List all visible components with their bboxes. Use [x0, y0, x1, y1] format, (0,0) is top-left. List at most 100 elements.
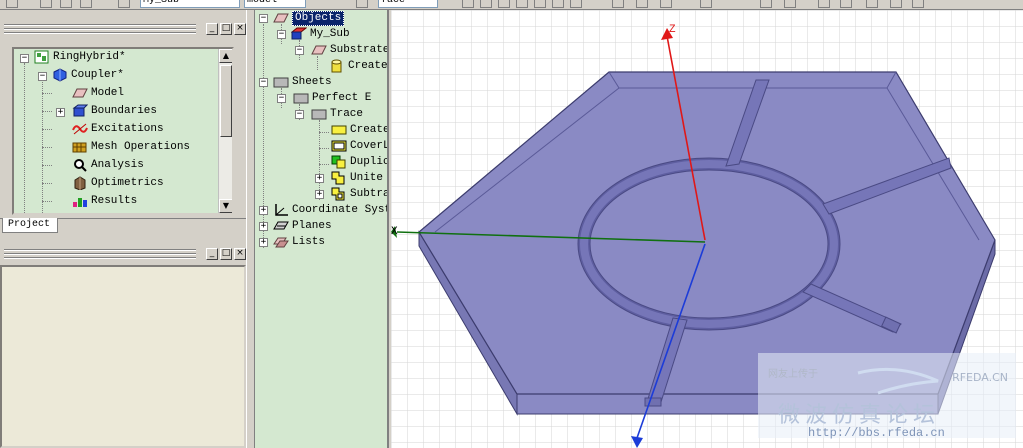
- watermark-chinese: 微波仿真论坛: [778, 403, 941, 428]
- toolbar-button[interactable]: [80, 0, 92, 8]
- toolbar-button[interactable]: [498, 0, 510, 8]
- close-button[interactable]: ×: [234, 248, 246, 260]
- collapse-toggle[interactable]: −: [295, 110, 304, 119]
- restore-button[interactable]: □: [220, 23, 232, 35]
- optimetrics-icon: [72, 176, 88, 191]
- minimize-button[interactable]: _: [206, 248, 218, 260]
- face-select[interactable]: face: [378, 0, 438, 8]
- pane-splitter[interactable]: [246, 10, 252, 448]
- expand-toggle[interactable]: +: [315, 174, 324, 183]
- tree-item-subtract[interactable]: Subtra: [331, 186, 387, 202]
- collapse-toggle[interactable]: −: [259, 78, 268, 87]
- expand-toggle[interactable]: +: [315, 190, 324, 199]
- toolbar-button[interactable]: [6, 0, 18, 8]
- minimize-button[interactable]: _: [206, 23, 218, 35]
- tree-item-substrate[interactable]: Substrate: [311, 42, 387, 58]
- toolbar-button[interactable]: [866, 0, 878, 8]
- tree-item-sheets[interactable]: Sheets: [273, 74, 332, 90]
- tree-item-perfect-e[interactable]: Perfect E: [293, 90, 371, 106]
- toolbar-button[interactable]: [534, 0, 546, 8]
- toolbar-button[interactable]: [840, 0, 852, 8]
- toolbar-button[interactable]: [636, 0, 648, 8]
- rectangle-icon: [331, 123, 347, 137]
- tree-item-planes[interactable]: Planes: [273, 218, 332, 234]
- watermark-url: http://bbs.rfeda.cn: [808, 426, 945, 440]
- cover-lines-icon: [331, 139, 347, 153]
- drag-grip[interactable]: [4, 249, 196, 259]
- design-icon: [52, 68, 68, 82]
- tree-item-coordinate-systems[interactable]: Coordinate Syst: [273, 202, 387, 218]
- toolbar-button[interactable]: [660, 0, 672, 8]
- collapse-toggle[interactable]: −: [38, 72, 47, 81]
- tree-item-mesh-operations[interactable]: Mesh Operations: [72, 139, 190, 155]
- toolbar-button[interactable]: [118, 0, 130, 8]
- project-tree: − RingHybrid* − Coupler* Model + Boundar…: [14, 49, 218, 213]
- toolbar-button[interactable]: [890, 0, 902, 8]
- collapse-toggle[interactable]: −: [20, 54, 29, 63]
- create-box-icon: [329, 59, 345, 73]
- properties-panel-titlebar[interactable]: _ □ ×: [0, 243, 252, 265]
- collapse-toggle[interactable]: −: [277, 30, 286, 39]
- subtract-icon: [331, 187, 347, 201]
- sheets-icon: [273, 75, 289, 89]
- toolbar-button[interactable]: [570, 0, 582, 8]
- project-tree-scrollbar[interactable]: ▲ ▼: [218, 49, 232, 213]
- toolbar-button[interactable]: [818, 0, 830, 8]
- scroll-thumb[interactable]: [220, 65, 232, 137]
- tree-item-cover-lines[interactable]: CoverL: [331, 138, 387, 154]
- tree-item-material[interactable]: My_Sub: [290, 26, 350, 42]
- toolbar-button[interactable]: [516, 0, 528, 8]
- model-tree: − Objects − My_Sub − Substrate Create − …: [254, 10, 389, 448]
- close-button[interactable]: ×: [234, 23, 246, 35]
- sheet-icon: [293, 91, 309, 105]
- tree-item-design[interactable]: Coupler*: [52, 67, 124, 83]
- toolbar-button[interactable]: [356, 0, 368, 8]
- analysis-icon: [72, 158, 88, 172]
- toolbar-button[interactable]: [700, 0, 712, 8]
- collapse-toggle[interactable]: −: [277, 94, 286, 103]
- tree-item-analysis[interactable]: Analysis: [72, 157, 144, 173]
- tree-item-optimetrics[interactable]: Optimetrics: [72, 175, 164, 191]
- collapse-toggle[interactable]: −: [295, 46, 304, 55]
- tree-item-objects[interactable]: Objects: [273, 10, 345, 26]
- properties-panel: [0, 265, 246, 448]
- drag-grip[interactable]: [4, 24, 196, 34]
- collapse-toggle[interactable]: −: [259, 14, 268, 23]
- tree-item-create-box[interactable]: Create: [329, 58, 387, 74]
- scroll-up-icon[interactable]: ▲: [219, 49, 232, 63]
- tree-item-model[interactable]: Model: [72, 85, 124, 101]
- toolbar-button[interactable]: [912, 0, 924, 8]
- expand-toggle[interactable]: +: [56, 108, 65, 117]
- model-select[interactable]: model: [244, 0, 306, 8]
- project-panel-titlebar[interactable]: _ □ ×: [0, 18, 252, 40]
- tree-item-results[interactable]: Results: [72, 193, 137, 209]
- toolbar-button[interactable]: [60, 0, 72, 8]
- tree-item-unite[interactable]: Unite: [331, 170, 383, 186]
- 3d-modeler-viewport[interactable]: Z X 网友上传于 RFEDA.CN 微波仿真论坛 http://bbs.rfe…: [391, 10, 1023, 448]
- tree-item-boundaries[interactable]: Boundaries: [72, 103, 157, 119]
- toolbar-button[interactable]: [612, 0, 624, 8]
- restore-button[interactable]: □: [220, 248, 232, 260]
- project-tree-frame: − RingHybrid* − Coupler* Model + Boundar…: [12, 47, 234, 215]
- expand-toggle[interactable]: +: [259, 206, 268, 215]
- toolbar-button[interactable]: [784, 0, 796, 8]
- tree-item-excitations[interactable]: Excitations: [72, 121, 164, 137]
- forum-watermark: 网友上传于 RFEDA.CN 微波仿真论坛 http://bbs.rfeda.c…: [758, 353, 1016, 440]
- expand-toggle[interactable]: +: [259, 238, 268, 247]
- tree-item-trace[interactable]: Trace: [311, 106, 363, 122]
- tree-item-create-rect[interactable]: Create: [331, 122, 387, 138]
- tree-item-lists[interactable]: Lists: [273, 234, 325, 250]
- toolbar-button[interactable]: [462, 0, 474, 8]
- scroll-down-icon[interactable]: ▼: [219, 199, 232, 213]
- project-tab-strip: Project: [0, 218, 252, 234]
- toolbar-button[interactable]: [40, 0, 52, 8]
- grid-button[interactable]: [760, 0, 772, 8]
- expand-toggle[interactable]: +: [259, 222, 268, 231]
- toolbar-button[interactable]: [480, 0, 492, 8]
- tab-project[interactable]: Project: [2, 218, 58, 233]
- material-select[interactable]: My_Sub: [140, 0, 240, 8]
- toolbar-button[interactable]: [552, 0, 564, 8]
- tree-item-duplicate[interactable]: Duplic: [331, 154, 387, 170]
- tree-item-project[interactable]: RingHybrid*: [34, 49, 126, 65]
- material-icon: [290, 27, 308, 41]
